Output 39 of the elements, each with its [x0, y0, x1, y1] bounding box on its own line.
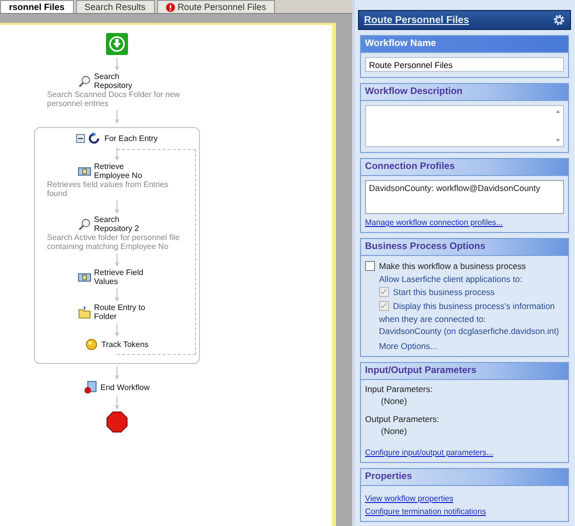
activity-title: Route Entry to Folder: [94, 303, 146, 321]
parameter-label: Output Parameters:: [365, 414, 440, 424]
section-title[interactable]: Business Process Options: [361, 239, 568, 256]
activity-title: Retrieve Field Values: [94, 268, 144, 286]
options-note: when they are connected to:: [379, 314, 487, 324]
configure-parameters-link[interactable]: Configure input/output parameters...: [365, 448, 494, 457]
profiles-list[interactable]: DavidsonCounty: workflow@DavidsonCounty: [365, 180, 564, 214]
properties-link[interactable]: Configure termination notifications: [365, 507, 486, 516]
document-tab[interactable]: Route Personnel Files: [156, 0, 276, 13]
checkbox-label: Make this workflow a business process: [379, 261, 526, 271]
activity-title: Retrieve Employee No: [94, 162, 144, 180]
workflow-title-link[interactable]: Route Personnel Files: [364, 14, 470, 26]
parameter-value: (None): [380, 426, 408, 436]
activity-description: Search Scanned Docs Folder for new personnel entries: [47, 90, 181, 108]
profile-item[interactable]: DavidsonCounty: workflow@DavidsonCounty: [369, 183, 560, 193]
activity-description: Search Active folder for personnel file containing matching Employee No: [47, 233, 181, 251]
manage-profiles-link[interactable]: Manage workflow connection profiles...: [365, 218, 503, 227]
checkbox-label: Start this business process: [393, 287, 495, 297]
activity-title: For Each Entry: [104, 134, 158, 143]
activity-title: Search Repository: [94, 72, 134, 90]
more-options-link[interactable]: More Options...: [379, 341, 564, 351]
activity-title: Track Tokens: [101, 340, 149, 349]
section-title[interactable]: Connection Profiles: [361, 159, 568, 176]
properties-link[interactable]: View workflow properties: [365, 494, 454, 503]
document-tab[interactable]: Search Results: [76, 0, 155, 13]
options-note: Allow Laserfiche client applications to:: [379, 274, 524, 284]
parameter-label: Input Parameters:: [365, 384, 434, 394]
parameter-value: (None): [380, 396, 408, 406]
name-field[interactable]: Route Personnel Files: [365, 57, 564, 72]
options-note: DavidsonCounty (on dcglaserfiche.davidson.int): [379, 326, 560, 336]
activity-description: Retrieves field values from Entries found: [47, 180, 170, 198]
section-title[interactable]: Properties: [361, 469, 568, 486]
activity-title: Search Repository 2: [94, 215, 140, 233]
section-title[interactable]: Workflow Name: [361, 36, 568, 53]
section-title[interactable]: Workflow Description: [361, 84, 568, 101]
document-tab[interactable]: rsonnel Files: [0, 0, 74, 13]
checkbox-label: Display this business process's information: [393, 301, 555, 311]
activity-title: End Workflow: [100, 383, 150, 392]
section-title[interactable]: Input/Output Parameters: [361, 363, 568, 380]
